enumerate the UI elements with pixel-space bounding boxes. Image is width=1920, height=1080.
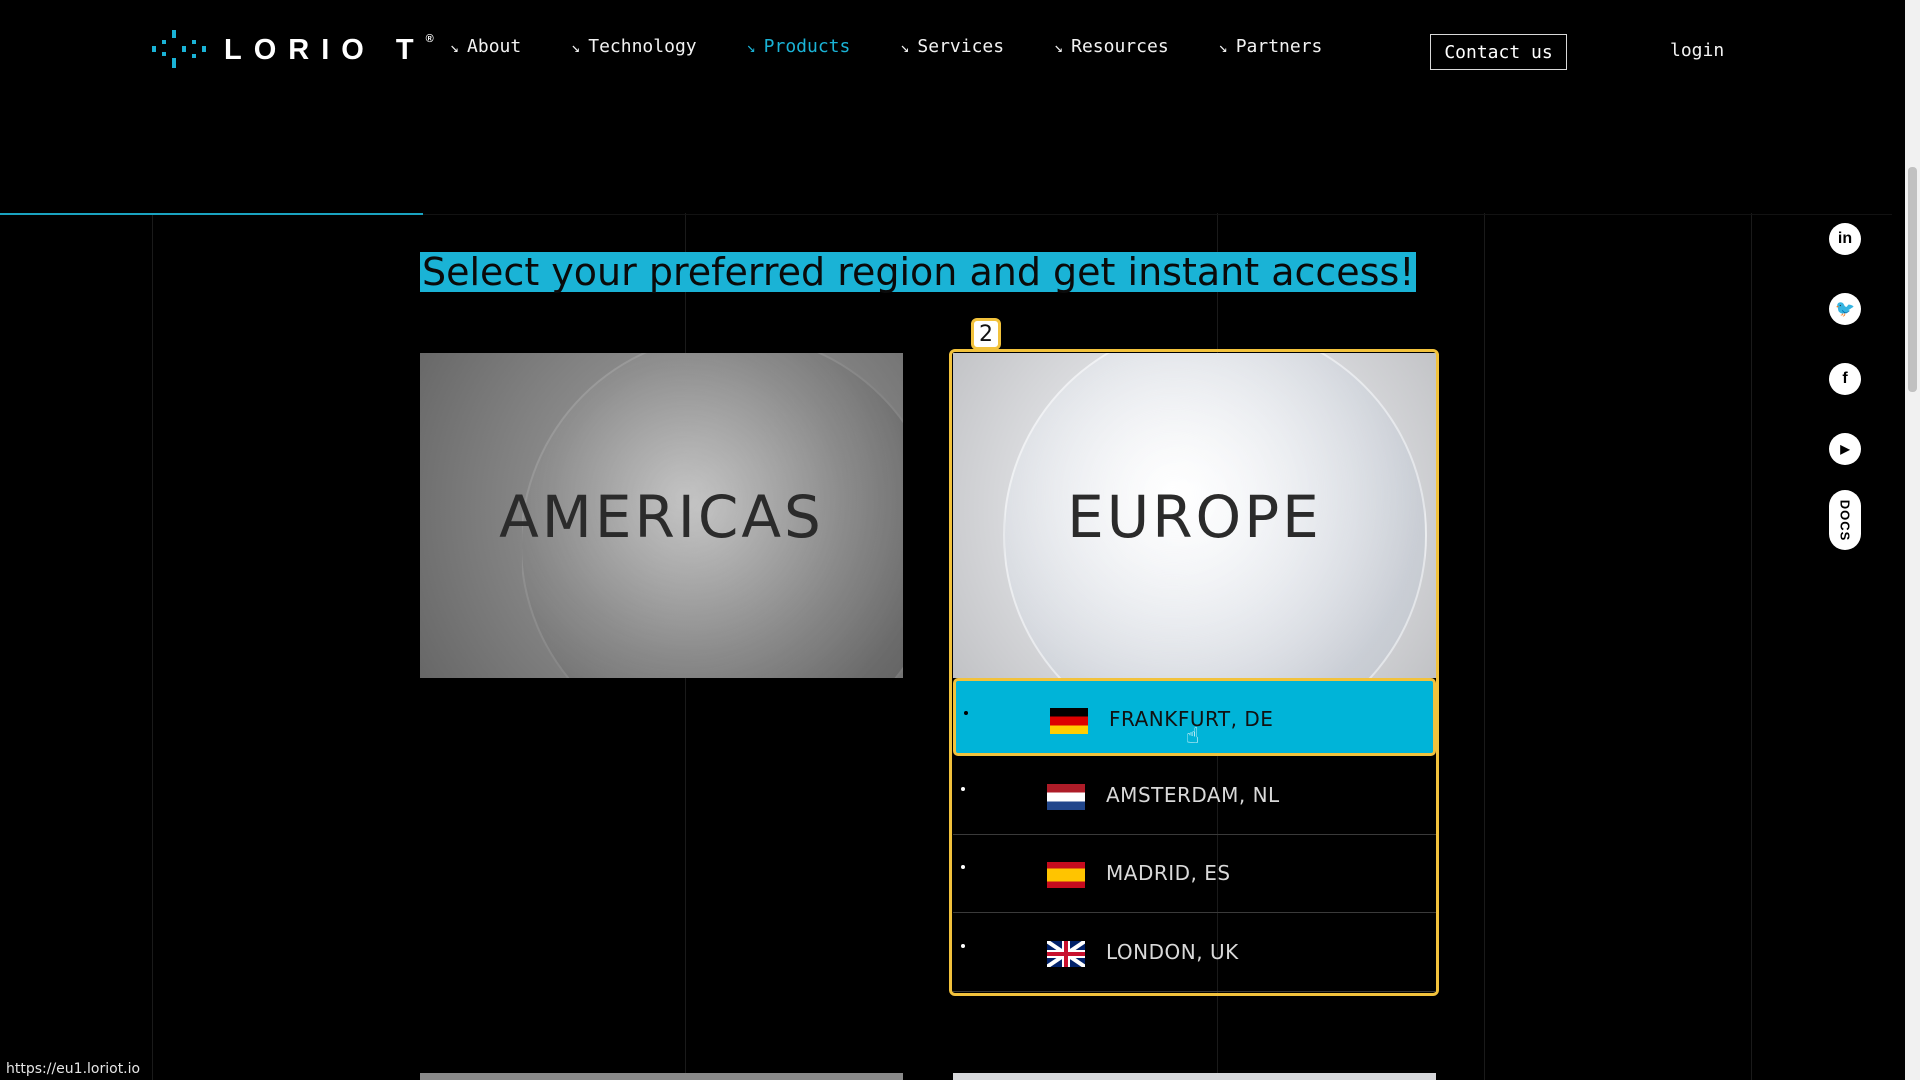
nav-about[interactable]: ↘ About xyxy=(450,36,521,57)
bullet-icon xyxy=(961,787,965,791)
arrow-down-right-icon: ↘ xyxy=(571,38,581,56)
region-card-partial[interactable] xyxy=(953,1073,1436,1080)
scrollbar-thumb[interactable] xyxy=(1908,167,1917,392)
login-link[interactable]: login xyxy=(1670,40,1724,61)
nav-partners[interactable]: ↘ Partners xyxy=(1219,36,1323,57)
germany-flag-icon xyxy=(1050,708,1088,734)
facebook-icon[interactable]: f xyxy=(1829,363,1861,395)
location-label: AMSTERDAM, NL xyxy=(1106,783,1280,807)
logo-text: LORIO T® xyxy=(224,32,434,66)
main-nav: ↘ About ↘ Technology ↘ Products ↘ Services ↘… xyxy=(450,36,1372,57)
location-amsterdam[interactable]: AMSTERDAM, NL xyxy=(953,757,1436,835)
loriot-logo[interactable]: LORIO T® xyxy=(152,28,434,72)
grid-line xyxy=(1484,213,1485,1080)
twitter-icon[interactable]: 🐦 xyxy=(1829,293,1861,325)
linkedin-icon[interactable]: in xyxy=(1829,223,1861,255)
nav-technology[interactable]: ↘ Technology xyxy=(571,36,696,57)
grid-line xyxy=(1751,213,1752,1080)
status-bar-url: https://eu1.loriot.io xyxy=(0,1058,147,1080)
arrow-down-right-icon: ↘ xyxy=(1218,38,1228,56)
region-card-partial[interactable] xyxy=(420,1073,903,1080)
hand-cursor-icon: ☝ xyxy=(1186,724,1200,749)
scrollbar-track[interactable] xyxy=(1905,0,1920,1080)
arrow-down-right-icon: ↘ xyxy=(450,38,460,56)
arrow-down-right-icon: ↘ xyxy=(746,38,756,56)
nav-services[interactable]: ↘ Services xyxy=(900,36,1004,57)
youtube-icon[interactable]: ▶ xyxy=(1829,433,1861,465)
region-card-americas[interactable]: AMERICAS xyxy=(420,353,903,678)
region-title: AMERICAS xyxy=(499,483,824,551)
bullet-icon xyxy=(961,944,965,948)
nav-products[interactable]: ↘ Products xyxy=(747,36,851,57)
page-headline: Select your preferred region and get ins… xyxy=(420,250,1417,294)
element-index-badge: 2 xyxy=(971,318,1001,350)
bullet-icon xyxy=(964,711,968,715)
bullet-icon xyxy=(961,865,965,869)
location-madrid[interactable]: MADRID, ES xyxy=(953,835,1436,913)
nav-resources[interactable]: ↘ Resources xyxy=(1054,36,1169,57)
location-london[interactable]: LONDON, UK xyxy=(953,914,1436,992)
location-label: LONDON, UK xyxy=(1106,940,1239,964)
arrow-down-right-icon: ↘ xyxy=(1054,38,1064,56)
section-progress-line xyxy=(0,213,423,215)
uk-flag-icon xyxy=(1047,941,1085,967)
spain-flag-icon xyxy=(1047,862,1085,888)
grid-line xyxy=(152,213,153,1080)
logo-mark-icon xyxy=(152,30,206,68)
docs-button[interactable]: DOCS xyxy=(1829,490,1861,550)
arrow-down-right-icon: ↘ xyxy=(900,38,910,56)
contact-us-button[interactable]: Contact us xyxy=(1430,34,1567,70)
location-label: MADRID, ES xyxy=(1106,861,1231,885)
netherlands-flag-icon xyxy=(1047,784,1085,810)
section-divider xyxy=(423,214,1892,215)
